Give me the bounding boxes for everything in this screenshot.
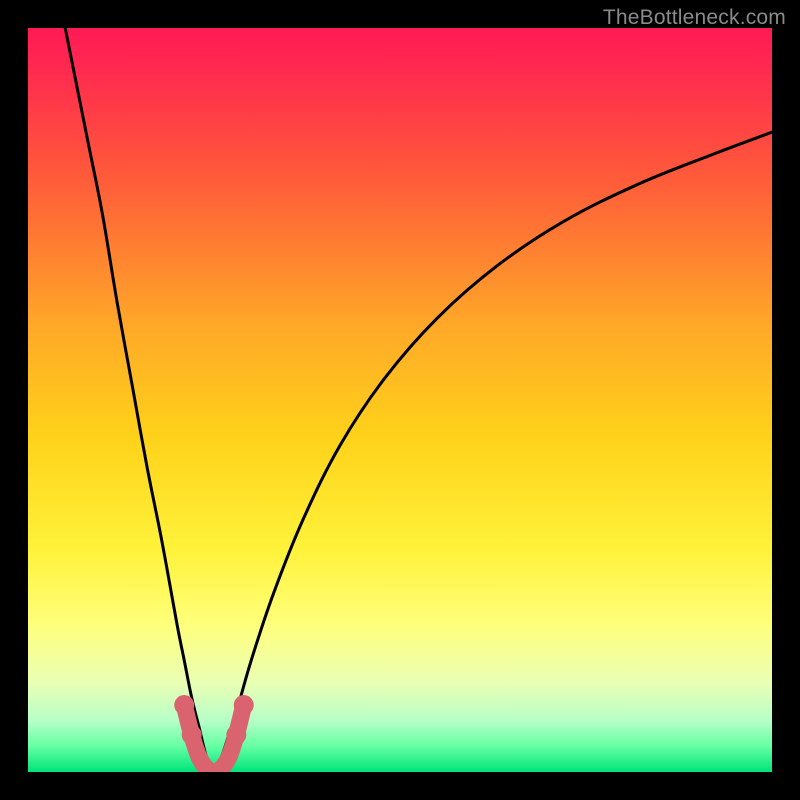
chart-frame: TheBottleneck.com: [0, 0, 800, 800]
valley-marker-dot: [174, 695, 194, 715]
right-branch-curve: [214, 132, 772, 772]
plot-area: [28, 28, 772, 772]
valley-marker-dot: [234, 695, 254, 715]
curve-layer: [28, 28, 772, 772]
valley-marker-dot: [226, 725, 246, 745]
left-branch-curve: [65, 28, 214, 772]
watermark-text: TheBottleneck.com: [603, 6, 786, 30]
valley-marker-dot: [182, 725, 202, 745]
